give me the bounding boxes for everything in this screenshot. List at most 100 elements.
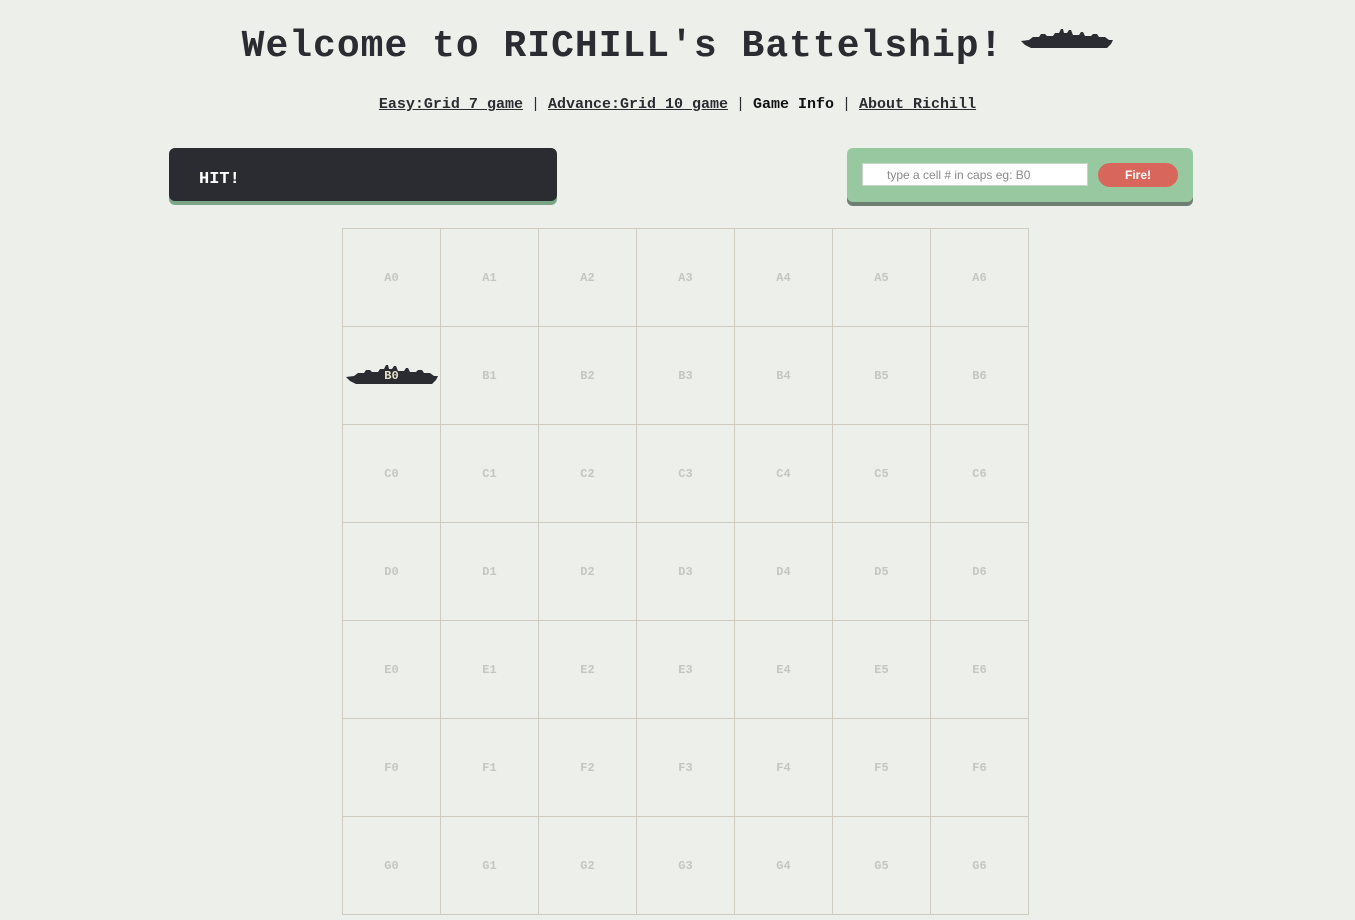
cell-label: B3 xyxy=(678,368,693,383)
board-cell-a3[interactable]: A3 xyxy=(636,228,735,327)
cell-label: E0 xyxy=(384,662,399,677)
board-cell-d6[interactable]: D6 xyxy=(930,522,1029,621)
board-cell-d2[interactable]: D2 xyxy=(538,522,637,621)
cell-label: C4 xyxy=(776,466,791,481)
message-panel: HIT! xyxy=(169,148,557,201)
board-cell-e4[interactable]: E4 xyxy=(734,620,833,719)
board-cell-f1[interactable]: F1 xyxy=(440,718,539,817)
board-cell-a4[interactable]: A4 xyxy=(734,228,833,327)
board-cell-e6[interactable]: E6 xyxy=(930,620,1029,719)
board-cell-e1[interactable]: E1 xyxy=(440,620,539,719)
cell-label: A0 xyxy=(384,270,399,285)
board-cell-b1[interactable]: B1 xyxy=(440,326,539,425)
board-cell-d0[interactable]: D0 xyxy=(342,522,441,621)
board-cell-f0[interactable]: F0 xyxy=(342,718,441,817)
board-cell-a6[interactable]: A6 xyxy=(930,228,1029,327)
cell-label: A1 xyxy=(482,270,497,285)
board-cell-b5[interactable]: B5 xyxy=(832,326,931,425)
cell-label: E4 xyxy=(776,662,791,677)
board-cell-e2[interactable]: E2 xyxy=(538,620,637,719)
board-cell-d3[interactable]: D3 xyxy=(636,522,735,621)
cell-label: G1 xyxy=(482,858,497,873)
board-cell-b3[interactable]: B3 xyxy=(636,326,735,425)
cell-label: G2 xyxy=(580,858,595,873)
fire-button[interactable]: Fire! xyxy=(1098,163,1178,187)
board-cell-b4[interactable]: B4 xyxy=(734,326,833,425)
board-cell-d5[interactable]: D5 xyxy=(832,522,931,621)
cell-label: F4 xyxy=(776,760,791,775)
nav-advance-grid-10[interactable]: Advance:Grid 10 game xyxy=(548,96,728,113)
cell-label: F1 xyxy=(482,760,497,775)
board-cell-c5[interactable]: C5 xyxy=(832,424,931,523)
cell-label: C2 xyxy=(580,466,595,481)
cell-label: G4 xyxy=(776,858,791,873)
board-cell-b0[interactable]: B0 xyxy=(342,326,441,425)
board-cell-f5[interactable]: F5 xyxy=(832,718,931,817)
main-nav: Easy:Grid 7 game | Advance:Grid 10 game | Ga… xyxy=(0,96,1355,113)
cell-label: C6 xyxy=(972,466,987,481)
board-cell-g3[interactable]: G3 xyxy=(636,816,735,915)
cell-label: E6 xyxy=(972,662,987,677)
cell-input[interactable] xyxy=(862,163,1088,186)
board-cell-g4[interactable]: G4 xyxy=(734,816,833,915)
board-cell-d4[interactable]: D4 xyxy=(734,522,833,621)
nav-easy-grid-7[interactable]: Easy:Grid 7 game xyxy=(379,96,523,113)
cell-label: A3 xyxy=(678,270,693,285)
board-cell-c4[interactable]: C4 xyxy=(734,424,833,523)
board-cell-f4[interactable]: F4 xyxy=(734,718,833,817)
board-cell-e0[interactable]: E0 xyxy=(342,620,441,719)
cell-label: F2 xyxy=(580,760,595,775)
board-cell-a5[interactable]: A5 xyxy=(832,228,931,327)
status-message: HIT! xyxy=(199,170,240,189)
cell-label: C3 xyxy=(678,466,693,481)
cell-label: D4 xyxy=(776,564,791,579)
cell-label: F6 xyxy=(972,760,987,775)
board-cell-a0[interactable]: A0 xyxy=(342,228,441,327)
board-cell-g0[interactable]: G0 xyxy=(342,816,441,915)
board-cell-g5[interactable]: G5 xyxy=(832,816,931,915)
cell-label: G0 xyxy=(384,858,399,873)
cell-label: C1 xyxy=(482,466,497,481)
cell-label: D6 xyxy=(972,564,987,579)
cell-label: B0 xyxy=(384,368,399,383)
board-cell-c0[interactable]: C0 xyxy=(342,424,441,523)
cell-label: A6 xyxy=(972,270,987,285)
board-cell-f6[interactable]: F6 xyxy=(930,718,1029,817)
board-cell-c6[interactable]: C6 xyxy=(930,424,1029,523)
board-cell-f3[interactable]: F3 xyxy=(636,718,735,817)
nav-about-richill[interactable]: About Richill xyxy=(859,96,976,113)
board-cell-g6[interactable]: G6 xyxy=(930,816,1029,915)
cell-label: D1 xyxy=(482,564,497,579)
page-title: Welcome to RICHILL's Battelship! xyxy=(0,22,1355,71)
board-cell-e5[interactable]: E5 xyxy=(832,620,931,719)
board-cell-e3[interactable]: E3 xyxy=(636,620,735,719)
battleship-icon xyxy=(1021,18,1114,66)
nav-game-info[interactable]: Game Info xyxy=(753,96,834,113)
board-cell-a2[interactable]: A2 xyxy=(538,228,637,327)
cell-label: C5 xyxy=(874,466,889,481)
board-cell-c3[interactable]: C3 xyxy=(636,424,735,523)
cell-label: E2 xyxy=(580,662,595,677)
board-cell-b6[interactable]: B6 xyxy=(930,326,1029,425)
board-cell-a1[interactable]: A1 xyxy=(440,228,539,327)
cell-label: G3 xyxy=(678,858,693,873)
cell-label: B6 xyxy=(972,368,987,383)
cell-label: G6 xyxy=(972,858,987,873)
board-cell-b2[interactable]: B2 xyxy=(538,326,637,425)
board-cell-g1[interactable]: G1 xyxy=(440,816,539,915)
board-cell-f2[interactable]: F2 xyxy=(538,718,637,817)
cell-label: D0 xyxy=(384,564,399,579)
cell-label: G5 xyxy=(874,858,889,873)
cell-label: D5 xyxy=(874,564,889,579)
cell-label: E5 xyxy=(874,662,889,677)
cell-label: F5 xyxy=(874,760,889,775)
board-cell-d1[interactable]: D1 xyxy=(440,522,539,621)
cell-label: A4 xyxy=(776,270,791,285)
cell-label: B4 xyxy=(776,368,791,383)
board-cell-c2[interactable]: C2 xyxy=(538,424,637,523)
board-cell-g2[interactable]: G2 xyxy=(538,816,637,915)
nav-separator: | xyxy=(530,96,540,113)
board-cell-c1[interactable]: C1 xyxy=(440,424,539,523)
cell-label: B5 xyxy=(874,368,889,383)
cell-label: F3 xyxy=(678,760,693,775)
